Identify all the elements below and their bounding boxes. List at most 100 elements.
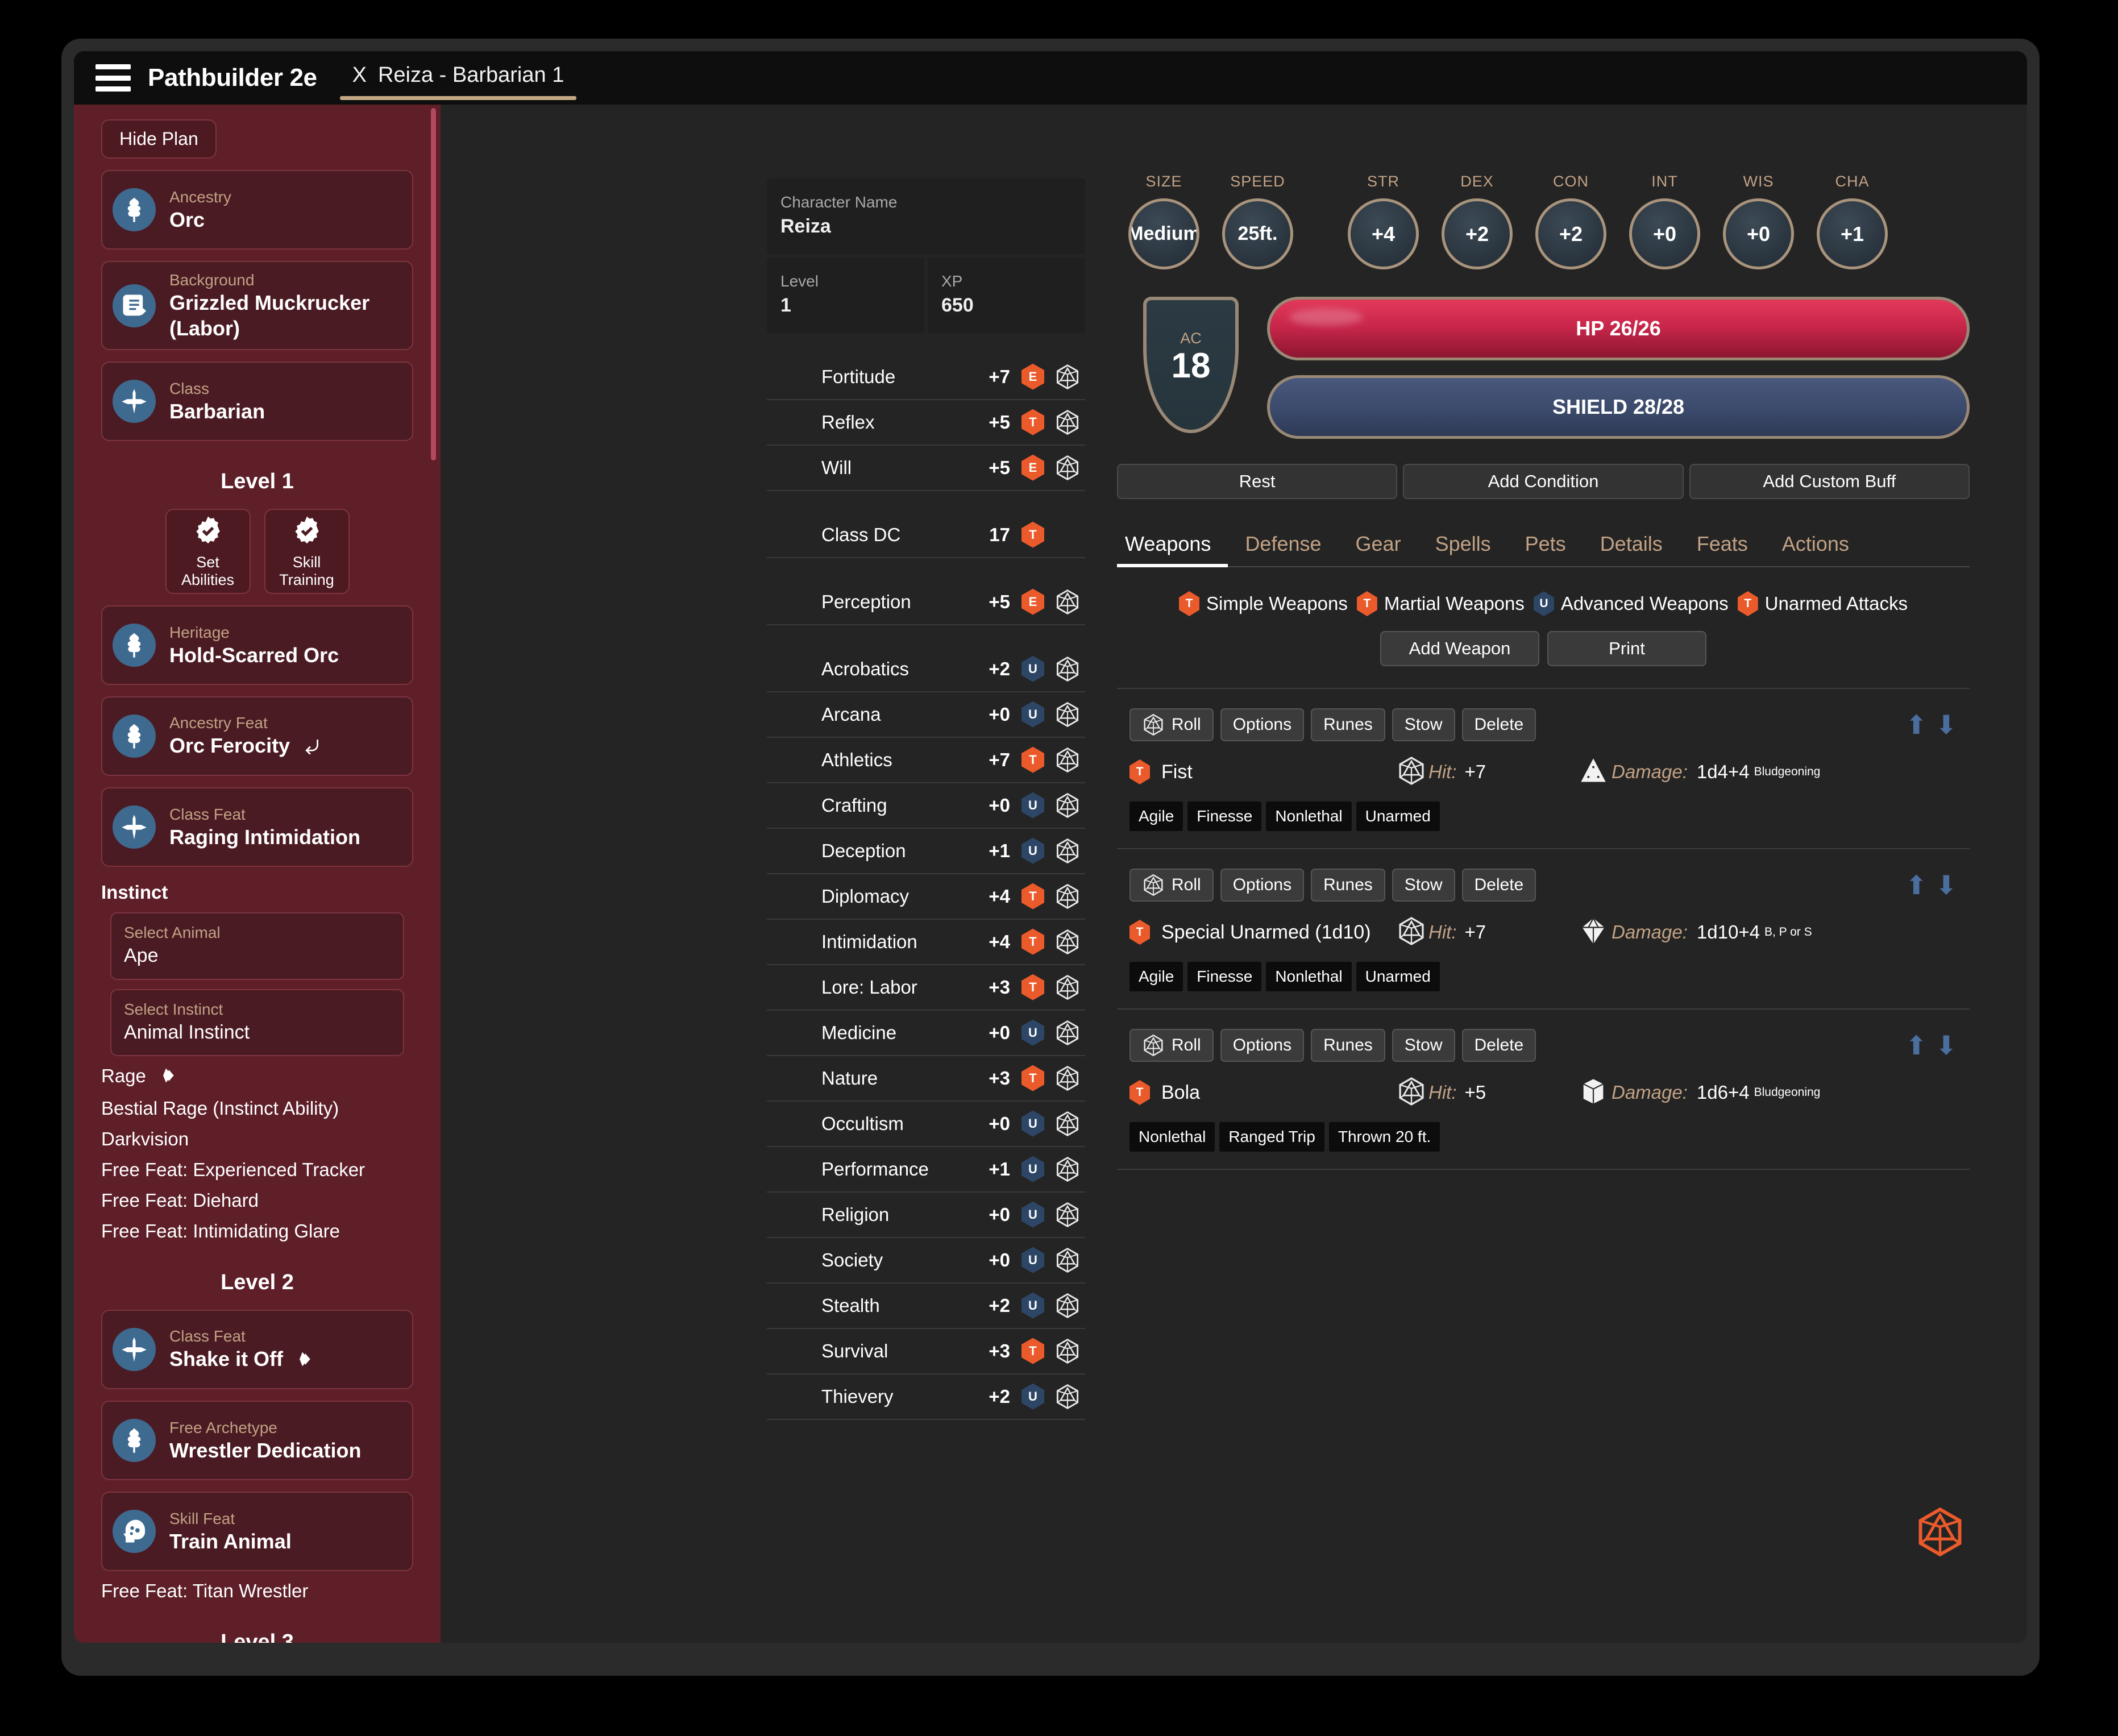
- add-weapon-button[interactable]: Add Weapon: [1380, 631, 1539, 666]
- set-abilities-button[interactable]: Set Abilities: [165, 509, 251, 594]
- weapon-delete-button[interactable]: Delete: [1461, 708, 1536, 741]
- rest-button[interactable]: Rest: [1117, 464, 1398, 499]
- move-up-icon[interactable]: ⬆: [1905, 1032, 1928, 1058]
- weapon-roll-button[interactable]: Roll: [1129, 869, 1214, 902]
- hp-bar[interactable]: HP 26/26: [1267, 297, 1970, 360]
- move-down-icon[interactable]: ⬇: [1935, 1032, 1957, 1058]
- skill-row[interactable]: Lore: Labor +3 T: [767, 965, 1085, 1011]
- d20-roll-icon[interactable]: [1054, 1111, 1081, 1137]
- save-row-will[interactable]: Will +5 E: [767, 446, 1085, 491]
- d20-roll-icon[interactable]: [1054, 883, 1081, 909]
- select-instinct-field[interactable]: Select Instinct Animal Instinct: [110, 989, 404, 1057]
- skill-row[interactable]: Nature +3 T: [767, 1056, 1085, 1102]
- d20-roll-icon[interactable]: [1054, 589, 1081, 615]
- add-custom-buff-button[interactable]: Add Custom Buff: [1689, 464, 1970, 499]
- d20-roll-icon[interactable]: [1054, 929, 1081, 955]
- skill-row[interactable]: Acrobatics +2 U: [767, 647, 1085, 692]
- move-up-icon[interactable]: ⬆: [1905, 712, 1928, 738]
- d20-roll-icon[interactable]: [1054, 747, 1081, 773]
- d20-roll-icon[interactable]: [1054, 1156, 1081, 1182]
- save-row-reflex[interactable]: Reflex +5 T: [767, 400, 1085, 446]
- skill-row[interactable]: Survival +3 T: [767, 1329, 1085, 1374]
- plan-card-ancestry[interactable]: Ancestry Orc: [101, 170, 413, 250]
- print-button[interactable]: Print: [1547, 631, 1706, 666]
- hide-plan-button[interactable]: Hide Plan: [101, 119, 217, 159]
- tab-pets[interactable]: Pets: [1508, 526, 1583, 566]
- skill-row[interactable]: Society +0 U: [767, 1238, 1085, 1284]
- level-field[interactable]: Level 1: [767, 257, 924, 333]
- d20-roll-icon[interactable]: [1054, 409, 1081, 435]
- weapon-runes-button[interactable]: Runes: [1311, 708, 1385, 741]
- shield-bar[interactable]: SHIELD 28/28: [1267, 375, 1970, 439]
- tab-spells[interactable]: Spells: [1418, 526, 1508, 566]
- plan-card-free-archetype[interactable]: Free Archetype Wrestler Dedication: [101, 1401, 413, 1481]
- save-row-fortitude[interactable]: Fortitude +7 E: [767, 355, 1085, 400]
- ability-value-pill[interactable]: +2: [1442, 198, 1513, 269]
- armor-class-shield[interactable]: AC 18: [1143, 297, 1239, 433]
- d20-roll-icon[interactable]: [1054, 656, 1081, 682]
- d20-roll-icon[interactable]: [1054, 1338, 1081, 1364]
- d20-roll-icon[interactable]: [1054, 1293, 1081, 1319]
- add-condition-button[interactable]: Add Condition: [1403, 464, 1684, 499]
- tab-details[interactable]: Details: [1583, 526, 1680, 566]
- weapon-options-button[interactable]: Options: [1220, 869, 1305, 902]
- close-icon[interactable]: X: [352, 63, 367, 88]
- weapon-roll-button[interactable]: Roll: [1129, 708, 1214, 741]
- skill-row[interactable]: Thievery +2 U: [767, 1374, 1085, 1420]
- weapon-options-button[interactable]: Options: [1220, 1029, 1305, 1062]
- skill-row[interactable]: Performance +1 U: [767, 1147, 1085, 1193]
- tab-feats[interactable]: Feats: [1680, 526, 1765, 566]
- ability-value-pill[interactable]: Medium: [1128, 198, 1199, 269]
- d20-roll-icon[interactable]: [1054, 364, 1081, 390]
- move-down-icon[interactable]: ⬇: [1935, 712, 1957, 738]
- ability-value-pill[interactable]: +2: [1535, 198, 1606, 269]
- ability-value-pill[interactable]: +0: [1723, 198, 1794, 269]
- skill-row[interactable]: Athletics +7 T: [767, 738, 1085, 783]
- weapon-delete-button[interactable]: Delete: [1461, 869, 1536, 902]
- weapon-runes-button[interactable]: Runes: [1311, 869, 1385, 902]
- skill-row[interactable]: Crafting +0 U: [767, 783, 1085, 829]
- tab-actions[interactable]: Actions: [1765, 526, 1866, 566]
- ability-value-pill[interactable]: +0: [1629, 198, 1700, 269]
- d20-roll-icon[interactable]: [1054, 1384, 1081, 1410]
- class-dc-row[interactable]: Class DC 17 T: [767, 513, 1085, 558]
- weapon-roll-button[interactable]: Roll: [1129, 1029, 1214, 1062]
- xp-field[interactable]: XP 650: [928, 257, 1085, 333]
- d20-roll-icon[interactable]: [1054, 1020, 1081, 1046]
- move-up-icon[interactable]: ⬆: [1905, 872, 1928, 898]
- tab-defense[interactable]: Defense: [1228, 526, 1338, 566]
- weapon-stow-button[interactable]: Stow: [1392, 869, 1455, 902]
- skill-row[interactable]: Medicine +0 U: [767, 1011, 1085, 1056]
- d20-roll-icon[interactable]: [1054, 838, 1081, 864]
- character-name-field[interactable]: Character Name Reiza: [767, 178, 1085, 254]
- hamburger-menu-icon[interactable]: [95, 64, 131, 92]
- perception-row[interactable]: Perception +5 E: [767, 580, 1085, 625]
- plan-card-heritage[interactable]: Heritage Hold-Scarred Orc: [101, 605, 413, 685]
- plan-card-ancestry-feat[interactable]: Ancestry Feat Orc Ferocity: [101, 696, 413, 776]
- d20-icon[interactable]: [1914, 1506, 1966, 1558]
- character-tab[interactable]: X Reiza - Barbarian 1: [339, 51, 577, 105]
- d20-roll-icon[interactable]: [1054, 792, 1081, 819]
- skill-training-button[interactable]: Skill Training: [264, 509, 350, 594]
- skill-row[interactable]: Intimidation +4 T: [767, 920, 1085, 965]
- ability-value-pill[interactable]: 25ft.: [1222, 198, 1293, 269]
- weapon-stow-button[interactable]: Stow: [1392, 708, 1455, 741]
- plan-card-class[interactable]: Class Barbarian: [101, 362, 413, 441]
- tab-weapons[interactable]: Weapons: [1117, 526, 1228, 567]
- weapon-stow-button[interactable]: Stow: [1392, 1029, 1455, 1062]
- weapon-delete-button[interactable]: Delete: [1461, 1029, 1536, 1062]
- move-down-icon[interactable]: ⬇: [1935, 872, 1957, 898]
- plan-card-background[interactable]: Background Grizzled Muckrucker (Labor): [101, 261, 413, 350]
- skill-row[interactable]: Diplomacy +4 T: [767, 874, 1085, 920]
- d20-roll-icon[interactable]: [1054, 974, 1081, 1000]
- skill-row[interactable]: Arcana +0 U: [767, 692, 1085, 738]
- tab-gear[interactable]: Gear: [1339, 526, 1418, 566]
- skill-row[interactable]: Deception +1 U: [767, 829, 1085, 874]
- d20-roll-icon[interactable]: [1054, 1065, 1081, 1091]
- d20-roll-icon[interactable]: [1054, 455, 1081, 481]
- skill-row[interactable]: Stealth +2 U: [767, 1284, 1085, 1329]
- weapon-runes-button[interactable]: Runes: [1311, 1029, 1385, 1062]
- d20-roll-icon[interactable]: [1054, 701, 1081, 728]
- skill-row[interactable]: Religion +0 U: [767, 1193, 1085, 1238]
- ability-value-pill[interactable]: +4: [1348, 198, 1419, 269]
